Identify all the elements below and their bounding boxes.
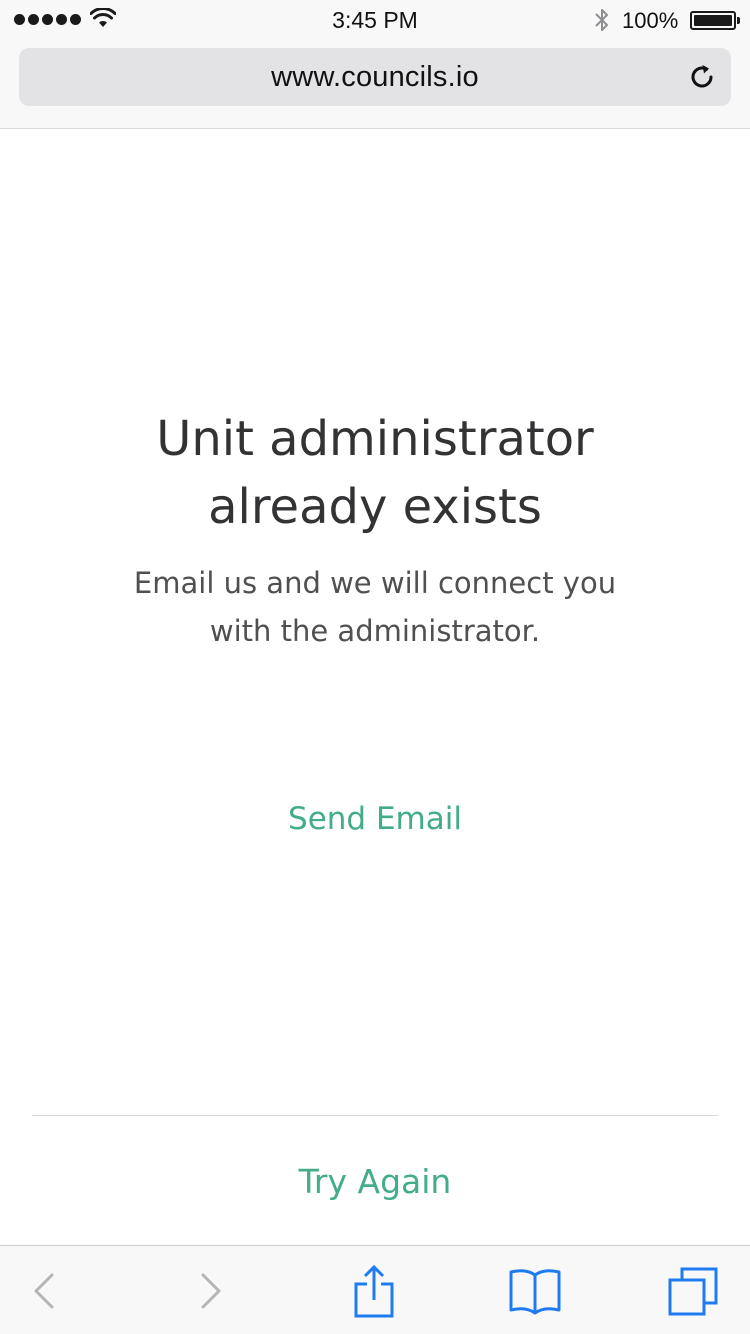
send-email-button[interactable]: Send Email (225, 793, 525, 845)
reload-icon[interactable] (687, 62, 717, 92)
battery-percent: 100% (622, 8, 679, 33)
share-button[interactable] (330, 1246, 418, 1334)
back-icon[interactable] (32, 1271, 56, 1311)
page-subtitle-line-1: Email us and we will connect you (133, 566, 617, 600)
page-subtitle-line-2: with the administrator. (209, 614, 541, 648)
bookmarks-icon[interactable] (509, 1267, 561, 1315)
tabs-icon[interactable] (667, 1266, 719, 1316)
bookmarks-button[interactable] (491, 1246, 579, 1334)
url-text[interactable]: www.councils.io (19, 61, 731, 94)
try-again-button[interactable]: Try Again (225, 1156, 525, 1208)
status-bar: 3:45 PM 100% (0, 0, 750, 40)
battery-icon (690, 11, 740, 30)
bluetooth-icon (595, 9, 608, 31)
tabs-button[interactable] (649, 1246, 737, 1334)
address-bar[interactable]: www.councils.io (19, 48, 731, 106)
page-title-line-2: already exists (208, 479, 542, 535)
page-subtitle: Email us and we will connect you with th… (60, 559, 690, 655)
share-icon[interactable] (354, 1264, 394, 1318)
page-title-line-1: Unit administrator (156, 411, 594, 467)
forward-icon[interactable] (199, 1271, 223, 1311)
back-button[interactable] (0, 1246, 88, 1334)
forward-button[interactable] (167, 1246, 255, 1334)
page-title: Unit administrator already exists (40, 405, 710, 541)
divider (32, 1115, 718, 1116)
browser-toolbar (0, 1245, 750, 1334)
browser-top-chrome: 3:45 PM 100% www.councils.io (0, 0, 750, 129)
